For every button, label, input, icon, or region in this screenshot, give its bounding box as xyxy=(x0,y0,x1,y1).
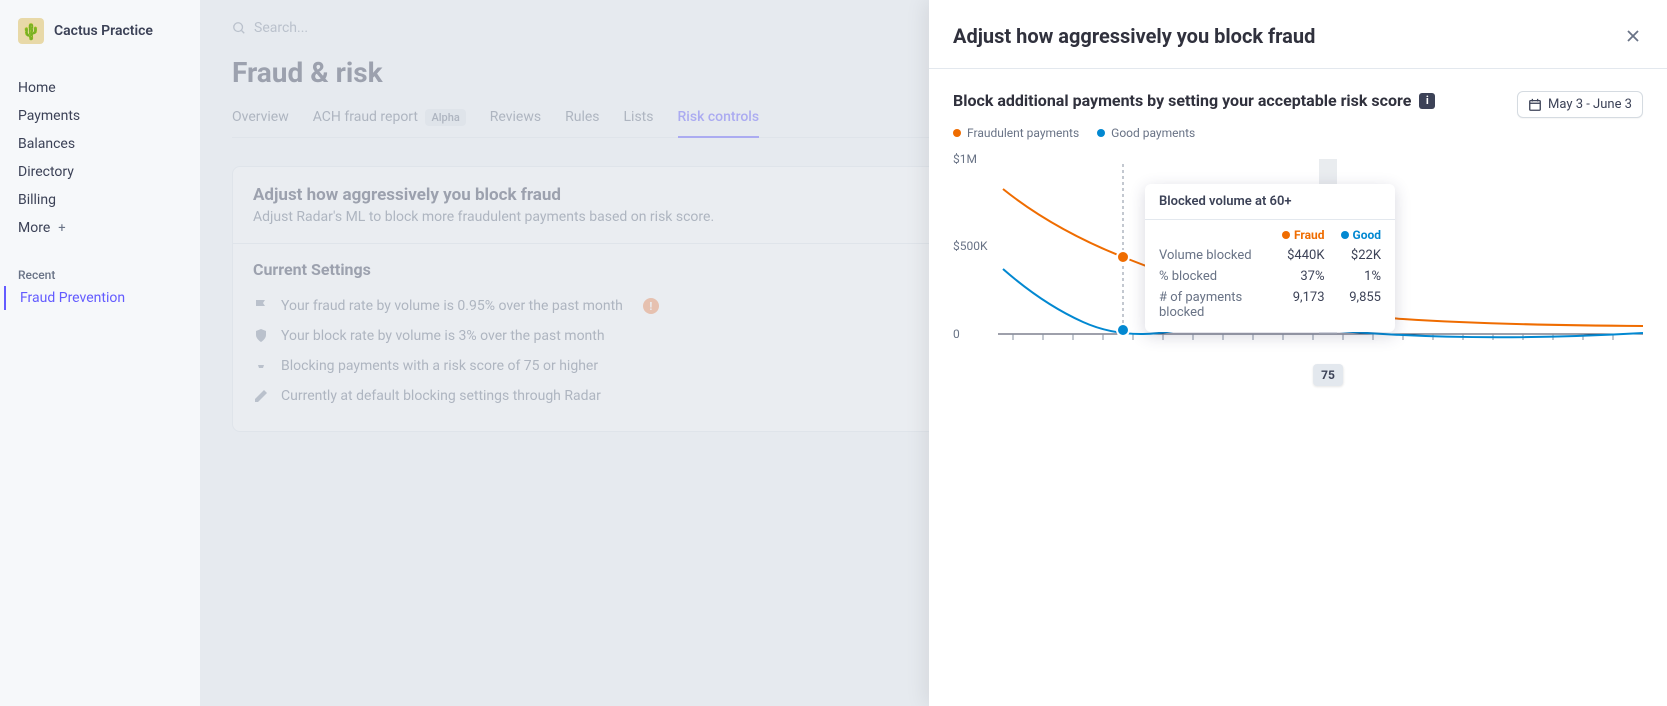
tab-ach-label: ACH fraud report xyxy=(313,109,418,125)
tooltip-row-pct-label: % blocked xyxy=(1159,269,1266,284)
tab-ach-fraud-report[interactable]: ACH fraud report Alpha xyxy=(313,101,466,137)
tooltip-row-volume-label: Volume blocked xyxy=(1159,248,1266,263)
close-icon xyxy=(1625,28,1641,44)
flag-icon xyxy=(253,298,269,314)
legend-fraud-label: Fraudulent payments xyxy=(967,126,1079,140)
nav-billing[interactable]: Billing xyxy=(0,186,200,214)
setting-risk-score-text: Blocking payments with a risk score of 7… xyxy=(281,358,598,374)
setting-block-rate-text: Your block rate by volume is 3% over the… xyxy=(281,328,605,344)
nav-balances[interactable]: Balances xyxy=(0,130,200,158)
chart-title: Block additional payments by setting you… xyxy=(953,91,1411,110)
close-button[interactable] xyxy=(1623,26,1643,46)
tab-lists[interactable]: Lists xyxy=(624,101,654,137)
legend-dot-orange xyxy=(953,129,961,137)
pencil-icon xyxy=(253,388,269,404)
tooltip-volume-fraud: $440K xyxy=(1282,248,1325,263)
recent-item-fraud-prevention[interactable]: Fraud Prevention xyxy=(4,286,200,310)
tooltip-pct-fraud: 37% xyxy=(1282,269,1325,284)
setting-default-text: Currently at default blocking settings t… xyxy=(281,388,601,404)
legend-dot-blue xyxy=(1097,129,1105,137)
nav-more-label: More xyxy=(18,220,50,236)
tooltip-row-count-label: # of payments blocked xyxy=(1159,290,1266,320)
ytick-500k: $500K xyxy=(953,239,988,253)
tooltip-volume-good: $22K xyxy=(1341,248,1381,263)
setting-fraud-rate-text: Your fraud rate by volume is 0.95% over … xyxy=(281,298,623,314)
slider-handle[interactable]: 75 xyxy=(1313,364,1343,386)
calendar-icon xyxy=(1528,98,1542,112)
chart[interactable]: $1M $500K 0 xyxy=(953,154,1643,384)
tooltip-count-fraud: 9,173 xyxy=(1282,290,1325,320)
primary-nav: Home Payments Balances Directory Billing… xyxy=(0,64,200,252)
brand-logo: 🌵 xyxy=(18,18,44,44)
sidebar: 🌵 Cactus Practice Home Payments Balances… xyxy=(0,0,200,706)
legend-good: Good payments xyxy=(1097,126,1195,140)
search-placeholder: Search... xyxy=(254,20,308,36)
drawer-panel: Adjust how aggressively you block fraud … xyxy=(929,0,1667,706)
drawer-title: Adjust how aggressively you block fraud xyxy=(953,24,1315,48)
ytick-0: 0 xyxy=(953,327,960,341)
nav-more[interactable]: More + xyxy=(0,214,200,242)
legend-good-label: Good payments xyxy=(1111,126,1195,140)
date-range-button[interactable]: May 3 - June 3 xyxy=(1517,91,1643,118)
tab-risk-controls[interactable]: Risk controls xyxy=(678,101,760,137)
tooltip-col-good: Good xyxy=(1341,228,1381,242)
search-icon xyxy=(232,21,246,35)
tab-reviews[interactable]: Reviews xyxy=(490,101,541,137)
date-range-label: May 3 - June 3 xyxy=(1548,97,1632,112)
brand-name: Cactus Practice xyxy=(54,23,153,39)
tab-rules[interactable]: Rules xyxy=(565,101,599,137)
info-icon[interactable]: i xyxy=(1419,93,1435,109)
tooltip-title: Blocked volume at 60+ xyxy=(1145,184,1395,220)
tooltip-col-fraud: Fraud xyxy=(1282,228,1325,242)
nav-payments[interactable]: Payments xyxy=(0,102,200,130)
alpha-badge: Alpha xyxy=(425,109,465,126)
chart-tooltip: Blocked volume at 60+ Fraud Good Volume … xyxy=(1145,184,1395,332)
risk-score-slider[interactable]: 75 xyxy=(991,364,1643,388)
nav-home[interactable]: Home xyxy=(0,74,200,102)
brand[interactable]: 🌵 Cactus Practice xyxy=(0,18,200,64)
shield-icon xyxy=(253,328,269,344)
recent-heading: Recent xyxy=(0,252,200,286)
pin-icon xyxy=(253,358,269,374)
chart-legend: Fraudulent payments Good payments xyxy=(953,126,1643,140)
tooltip-pct-good: 1% xyxy=(1341,269,1381,284)
ytick-1m: $1M xyxy=(953,152,977,166)
tab-overview[interactable]: Overview xyxy=(232,101,289,137)
tooltip-count-good: 9,855 xyxy=(1341,290,1381,320)
alert-icon: ! xyxy=(643,298,659,314)
nav-directory[interactable]: Directory xyxy=(0,158,200,186)
legend-fraud: Fraudulent payments xyxy=(953,126,1079,140)
plus-icon: + xyxy=(58,221,65,236)
